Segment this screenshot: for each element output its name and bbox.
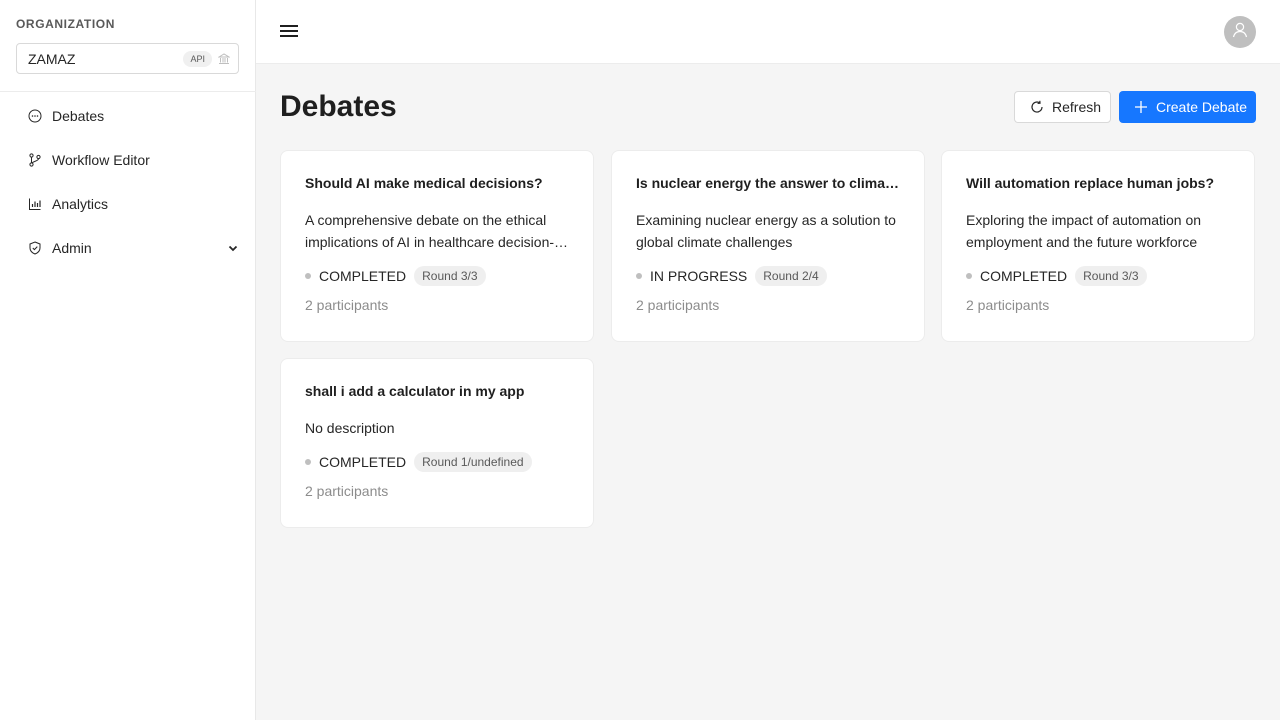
status-text: COMPLETED <box>319 454 407 470</box>
debate-description: No description <box>305 420 395 436</box>
debate-card[interactable]: Should AI make medical decisions? A comp… <box>280 150 594 342</box>
plus-icon <box>1134 100 1148 114</box>
hamburger-icon[interactable] <box>280 22 300 42</box>
organization-select[interactable]: ZAMAZ API <box>16 43 239 74</box>
debate-description: A comprehensive debate on the ethical im… <box>305 212 555 250</box>
status-text: COMPLETED <box>980 268 1068 284</box>
sidebar: ORGANIZATION ZAMAZ API Debates Workflow … <box>0 0 256 720</box>
organization-label: ORGANIZATION <box>16 17 115 31</box>
debate-card[interactable]: shall i add a calculator in my app No de… <box>280 358 594 528</box>
sidebar-item-admin[interactable]: Admin <box>0 226 256 270</box>
status-row: IN PROGRESS Round 2/4 <box>636 265 900 287</box>
user-icon <box>1230 20 1250 45</box>
status-dot <box>305 273 311 279</box>
sidebar-item-analytics[interactable]: Analytics <box>0 182 256 226</box>
refresh-button[interactable]: Refresh <box>1014 91 1111 123</box>
sidebar-item-workflow-editor[interactable]: Workflow Editor <box>0 138 256 182</box>
status-row: COMPLETED Round 1/undefined <box>305 451 569 473</box>
sidebar-item-label: Admin <box>52 240 92 256</box>
debate-title: shall i add a calculator in my app <box>305 383 525 399</box>
shield-check-icon <box>28 241 42 255</box>
debate-description: Examining nuclear energy as a solution t… <box>636 212 896 250</box>
participants-count: 2 participants <box>305 483 389 499</box>
chat-bubble-icon <box>28 109 42 123</box>
sidebar-item-label: Workflow Editor <box>52 152 150 168</box>
organization-name: ZAMAZ <box>28 50 76 67</box>
participants-count: 2 participants <box>636 297 720 313</box>
top-header <box>256 0 1280 64</box>
divider <box>0 91 256 92</box>
status-text: IN PROGRESS <box>650 268 748 284</box>
debate-card[interactable]: Is nuclear energy the answer to climate … <box>611 150 925 342</box>
sidebar-item-label: Analytics <box>52 196 109 212</box>
chevron-down-icon[interactable] <box>228 243 238 253</box>
sidebar-item-label: Debates <box>52 108 105 124</box>
create-debate-label: Create Debate <box>1156 99 1248 115</box>
bank-icon <box>218 52 230 65</box>
participants-count: 2 participants <box>966 297 1050 313</box>
bar-chart-icon <box>28 197 42 211</box>
status-dot <box>966 273 972 279</box>
participants-count: 2 participants <box>305 297 389 313</box>
api-tag: API <box>183 50 212 67</box>
refresh-label: Refresh <box>1052 99 1102 115</box>
debate-title: Should AI make medical decisions? <box>305 175 543 191</box>
sidebar-item-debates[interactable]: Debates <box>0 94 256 138</box>
create-debate-button[interactable]: Create Debate <box>1119 91 1256 123</box>
debate-title: Will automation replace human jobs? <box>966 175 1215 191</box>
debate-card[interactable]: Will automation replace human jobs? Expl… <box>941 150 1255 342</box>
branch-icon <box>28 153 42 167</box>
status-dot <box>636 273 642 279</box>
round-tag: Round 2/4 <box>755 266 827 286</box>
debate-title: Is nuclear energy the answer to climate … <box>636 175 900 191</box>
round-tag: Round 3/3 <box>1075 266 1147 286</box>
status-text: COMPLETED <box>319 268 407 284</box>
refresh-icon <box>1030 100 1044 114</box>
debate-description: Exploring the impact of automation on em… <box>966 212 1202 250</box>
status-row: COMPLETED Round 3/3 <box>305 265 569 287</box>
sidebar-nav: Debates Workflow Editor Analytics Admin <box>0 94 256 270</box>
round-tag: Round 3/3 <box>414 266 486 286</box>
page-title: Debates <box>280 90 397 123</box>
avatar[interactable] <box>1224 16 1256 48</box>
round-tag: Round 1/undefined <box>414 452 532 472</box>
status-row: COMPLETED Round 3/3 <box>966 265 1230 287</box>
status-dot <box>305 459 311 465</box>
